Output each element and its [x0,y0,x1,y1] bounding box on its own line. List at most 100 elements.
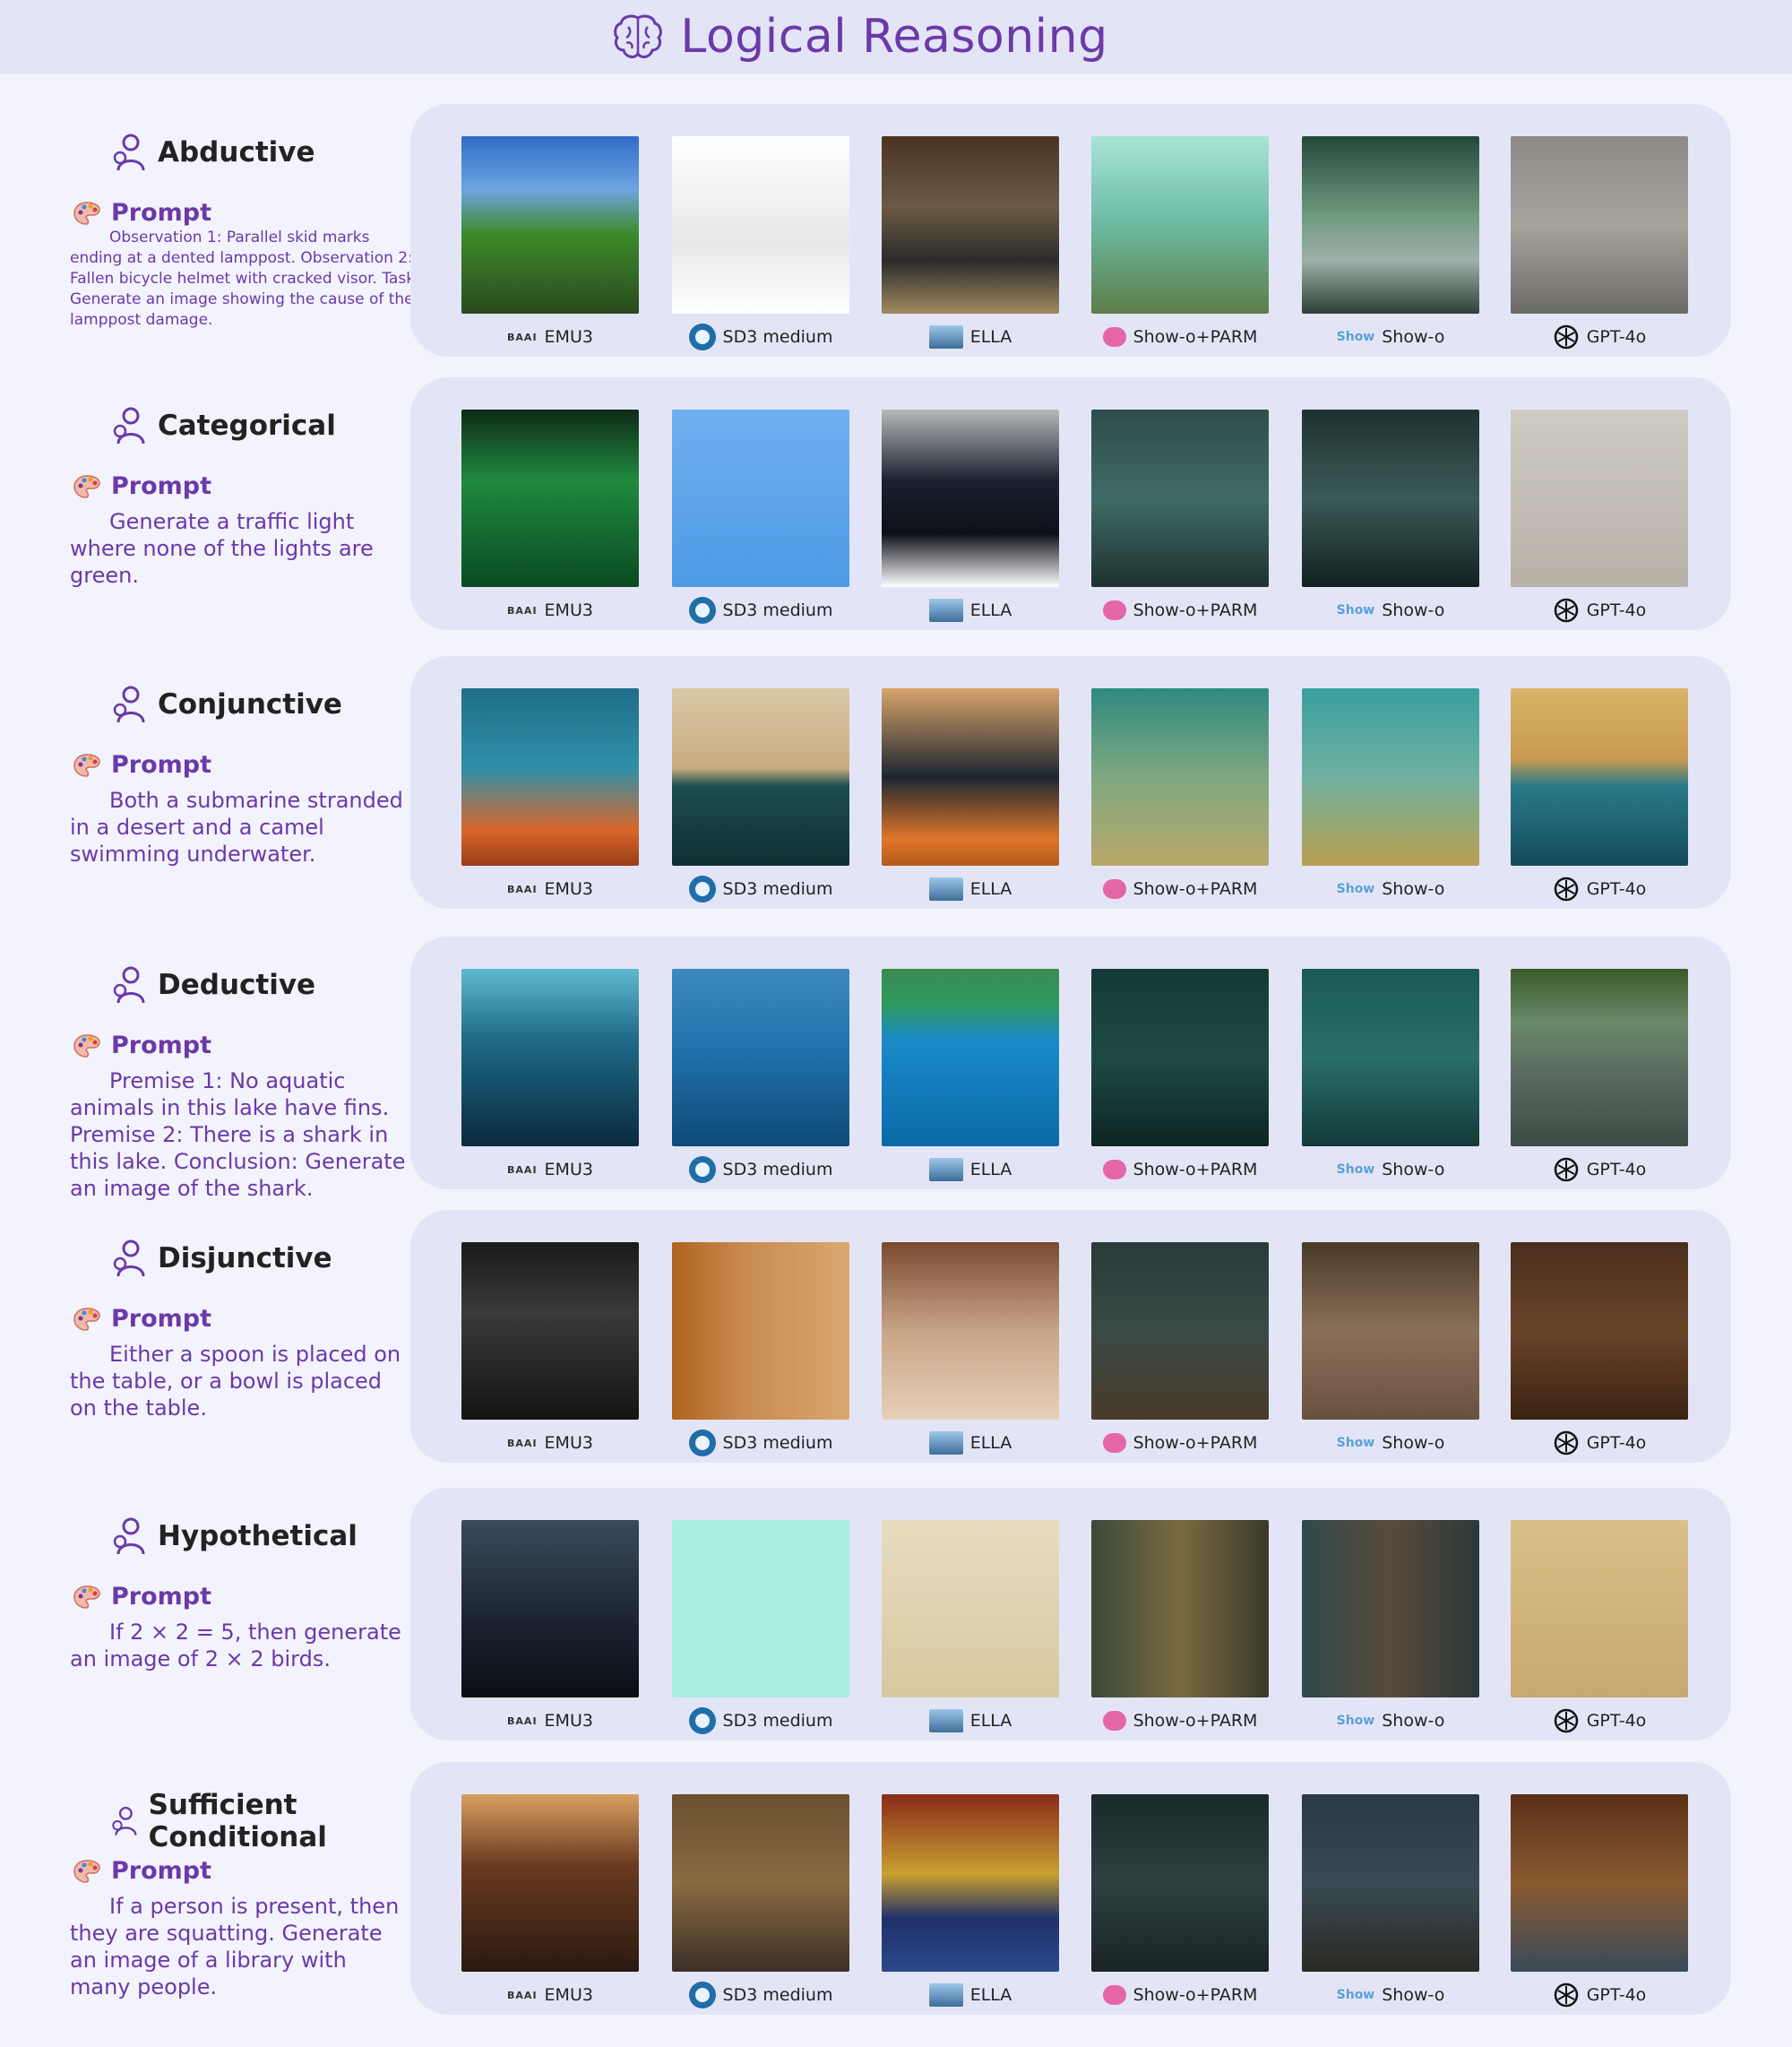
generated-image[interactable] [1511,969,1688,1146]
model-caption: BAAI EMU3 [461,1153,639,1186]
ella-logo-icon [928,1158,963,1181]
parm-logo-icon [1102,1433,1126,1453]
model-result: SD3 medium [672,1794,849,2008]
generated-image[interactable] [1091,1242,1269,1420]
category-description: Disjunctive Prompt Either a spoon is place… [63,1210,412,1463]
model-label: Show-o+PARM [1133,1160,1258,1179]
model-results-panel: BAAI EMU3 SD3 medium ELLA Show-o+PARM Show Sho… [410,1210,1731,1463]
generated-image[interactable] [1302,1242,1479,1420]
reasoning-row-6: Sufficient Conditional Prompt If a person … [0,1762,1792,2015]
prompt-text: Observation 1: Parallel skid marks endin… [70,229,420,329]
model-caption: GPT-4o [1511,1427,1688,1459]
palette-icon [73,1307,100,1331]
model-caption: GPT-4o [1511,1705,1688,1737]
prompt-label: Prompt [111,751,212,779]
ella-logo-icon [928,1983,963,2007]
model-result: SD3 medium [672,688,849,903]
model-label: SD3 medium [722,1711,833,1731]
model-result: Show Show-o [1302,1520,1479,1731]
generated-image[interactable] [1302,1794,1479,1972]
generated-image[interactable] [461,410,639,587]
baai-logo-icon: BAAI [507,1163,538,1176]
generated-image[interactable] [1302,688,1479,866]
generated-image[interactable] [461,969,639,1146]
model-caption: GPT-4o [1511,873,1688,905]
categorical-icon [113,407,145,445]
ella-logo-icon [928,599,963,622]
generated-image[interactable] [672,1520,849,1697]
model-caption: Show Show-o [1302,1979,1479,2011]
generated-image[interactable] [672,688,849,866]
parm-logo-icon [1102,879,1126,899]
generated-image[interactable] [1091,688,1269,866]
model-result: Show-o+PARM [1091,410,1269,620]
generated-image[interactable] [461,1794,639,1972]
model-result: BAAI EMU3 [461,969,639,1179]
generated-image[interactable] [1091,1794,1269,1972]
generated-image[interactable] [672,410,849,587]
model-result: Show Show-o [1302,688,1479,899]
abductive-icon [113,134,145,171]
generated-image[interactable] [1511,1520,1688,1697]
generated-image[interactable] [882,1242,1059,1420]
category-title: Deductive [158,969,316,1001]
generated-image[interactable] [672,136,849,314]
model-result: ELLA [882,1520,1059,1732]
generated-image[interactable] [882,1794,1059,1972]
generated-image[interactable] [672,969,849,1146]
model-caption: ELLA [882,594,1059,626]
model-result: ELLA [882,1242,1059,1455]
category-title: Conjunctive [158,688,342,721]
show-o-logo-icon: Show [1336,603,1375,618]
generated-image[interactable] [882,1520,1059,1697]
model-result: Show Show-o [1302,136,1479,347]
generated-image[interactable] [672,1794,849,1972]
model-result: Show Show-o [1302,969,1479,1179]
prompt-label: Prompt [111,1305,212,1333]
model-label: EMU3 [544,1160,593,1179]
generated-image[interactable] [461,1242,639,1420]
generated-image[interactable] [1302,410,1479,587]
model-caption: Show-o+PARM [1091,594,1269,626]
generated-image[interactable] [882,410,1059,587]
generated-image[interactable] [461,1520,639,1697]
model-result: Show Show-o [1302,1242,1479,1453]
generated-image[interactable] [1091,410,1269,587]
model-caption: SD3 medium [672,1427,849,1459]
generated-image[interactable] [1511,1242,1688,1420]
model-result: GPT-4o [1511,1794,1688,2008]
model-result: ELLA [882,1794,1059,2007]
generated-image[interactable] [1091,1520,1269,1697]
generated-image[interactable] [1511,410,1688,587]
show-o-logo-icon: Show [1336,1162,1375,1177]
generated-image[interactable] [1302,136,1479,314]
model-caption: GPT-4o [1511,594,1688,626]
model-label: Show-o+PARM [1133,1711,1258,1731]
generated-image[interactable] [882,136,1059,314]
parm-logo-icon [1102,1711,1126,1731]
sd3-logo-icon [688,876,716,903]
model-caption: Show Show-o [1302,873,1479,905]
generated-image[interactable] [1302,1520,1479,1697]
generated-image[interactable] [1091,969,1269,1146]
generated-image[interactable] [672,1242,849,1420]
generated-image[interactable] [461,688,639,866]
generated-image[interactable] [1511,688,1688,866]
model-label: GPT-4o [1586,1985,1647,2005]
model-caption: Show-o+PARM [1091,1427,1269,1459]
generated-image[interactable] [1302,969,1479,1146]
generated-image[interactable] [1091,136,1269,314]
model-result: GPT-4o [1511,1520,1688,1733]
generated-image[interactable] [882,969,1059,1146]
generated-image[interactable] [1511,136,1688,314]
model-label: GPT-4o [1586,1711,1647,1731]
generated-image[interactable] [882,688,1059,866]
model-caption: BAAI EMU3 [461,1979,639,2011]
model-label: SD3 medium [722,879,833,899]
generated-image[interactable] [461,136,639,314]
reasoning-row-1: Categorical Prompt Generate a traffic ligh… [0,377,1792,630]
generated-image[interactable] [1511,1794,1688,1972]
model-result: GPT-4o [1511,969,1688,1182]
palette-icon [73,1585,100,1609]
sd3-logo-icon [688,597,716,624]
